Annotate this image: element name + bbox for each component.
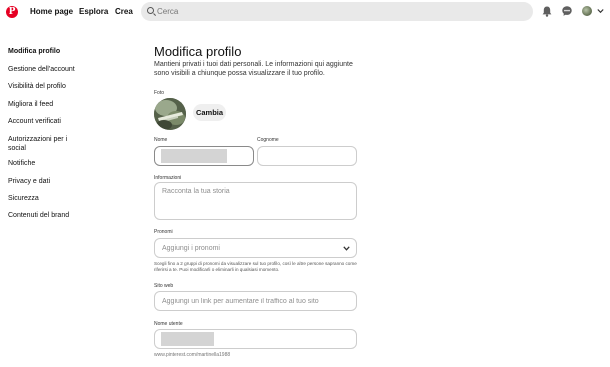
chevron-down-icon [343,246,350,251]
pinterest-logo-icon[interactable]: P [6,6,18,18]
photo-label: Foto [154,90,165,96]
avatar[interactable] [582,6,592,16]
first-name-label: Nome [154,137,168,143]
nav-home[interactable]: Home page [30,7,73,16]
sidebar-item-privacy-data[interactable]: Privacy e dati [8,177,88,186]
website-label: Sito web [154,283,174,289]
sidebar-item-account-management[interactable]: Gestione dell'account [8,65,88,74]
sidebar-item-security[interactable]: Sicurezza [8,194,88,203]
pronouns-label: Pronomi [154,229,173,235]
pronouns-placeholder: Aggiungi i pronomi [162,245,220,252]
logo-letter: P [8,7,16,17]
page-subtitle: Mantieni privati i tuoi dati personali. … [154,61,353,77]
sidebar-item-profile-visibility[interactable]: Visibilità del profilo [8,82,88,91]
about-field[interactable] [154,182,357,220]
search-input[interactable] [157,5,517,18]
chat-icon[interactable] [562,6,572,16]
search-icon [147,7,154,14]
sidebar-item-verified-accounts[interactable]: Account verificati [8,117,88,126]
username-label: Nome utente [154,321,183,327]
about-label: Informazioni [154,175,182,181]
chevron-down-icon[interactable] [597,8,604,14]
pronouns-help-text: Scegli fino a 2 gruppi di pronomi da vis… [154,261,357,272]
bell-icon[interactable] [542,6,552,17]
nav-explore[interactable]: Esplora [79,7,108,16]
page-title: Modifica profilo [154,44,242,59]
username-redacted [161,332,214,346]
sidebar-item-social-permissions[interactable]: Autorizzazioni per i social [8,135,83,153]
sidebar-item-improve-feed[interactable]: Migliora il feed [8,100,88,109]
nav-create[interactable]: Crea [115,7,133,16]
pronouns-select[interactable]: Aggiungi i pronomi [154,238,357,258]
profile-photo-image [154,98,186,130]
website-field[interactable] [154,291,357,311]
top-bar: P Home page Esplora Crea [0,0,610,24]
sidebar-item-brand-content[interactable]: Contenuti del brand [8,211,88,220]
sidebar-item-edit-profile[interactable]: Modifica profilo [8,47,88,56]
first-name-redacted [161,149,227,163]
sidebar-item-notifications[interactable]: Notifiche [8,159,88,168]
profile-url-hint: www.pinterest.com/martinella1988 [154,352,231,358]
last-name-field[interactable] [257,146,357,166]
profile-photo [154,98,186,130]
search-bar[interactable] [141,2,533,21]
last-name-label: Cognome [257,137,279,143]
change-photo-button[interactable]: Cambia [193,104,226,121]
